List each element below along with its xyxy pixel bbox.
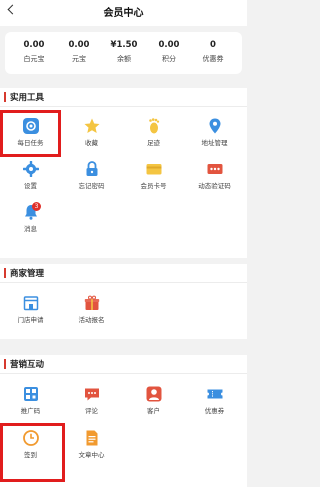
stat-label: 余额 [117,55,131,63]
section-title: 实用工具 [10,93,45,103]
gift-icon [84,295,99,310]
menu-item-label: 消息 [24,225,37,233]
menu-item-comments[interactable]: 评论 [61,381,122,421]
menu-item-store-apply[interactable]: 门店申请 [0,290,61,330]
daily-task-icon [22,118,39,134]
stat-value: ¥1.50 [110,40,138,50]
menu-item-label: 客户 [147,407,160,415]
qr-code-icon [23,387,38,401]
menu-item-customers[interactable]: 客户 [123,381,184,421]
location-pin-icon [209,118,220,134]
menu-item-member-card[interactable]: 会员卡号 [123,156,184,196]
stat-bai-yuanbao[interactable]: 0.00 白元宝 [14,40,54,64]
section-title: 营销互动 [10,360,45,370]
coupon-icon [207,389,222,399]
section-header: 商家管理 [0,264,247,283]
marketing-section: 营销互动 推广码 评论 客户 优惠券 签到 文章中心 [0,355,247,487]
menu-item-label: 活动报名 [78,316,105,324]
gear-icon [22,161,39,177]
menu-item-favorites[interactable]: 收藏 [61,113,122,153]
verify-code-icon [207,164,222,174]
menu-item-label: 推广码 [20,407,41,415]
stat-coupons[interactable]: 0 优惠券 [193,40,233,64]
stat-label: 积分 [162,55,176,63]
section-header: 营销互动 [0,355,247,374]
section-accent-bar [4,359,6,369]
stat-value: 0.00 [158,40,180,50]
tools-section: 实用工具 每日任务 收藏 足迹 地址管理 设置 忘记密码 会员卡号 动态验证码 … [0,88,247,258]
lock-icon [86,161,97,176]
stat-value: 0.00 [23,40,45,50]
star-icon [84,118,99,133]
section-accent-bar [4,268,6,278]
menu-item-dynamic-code[interactable]: 动态验证码 [184,156,245,196]
menu-item-label: 动态验证码 [198,182,231,190]
clock-icon [22,430,39,446]
page-title: 会员中心 [103,8,144,19]
menu-item-label: 门店申请 [17,316,44,324]
menu-item-label: 忘记密码 [78,182,105,190]
unread-count-badge: 3 [32,202,41,211]
menu-item-label: 每日任务 [17,139,44,147]
menu-item-label: 签到 [24,451,37,459]
stat-label: 元宝 [72,55,86,63]
menu-item-label: 优惠券 [204,407,225,415]
card-icon [146,164,161,175]
menu-item-label: 地址管理 [201,139,228,147]
stat-yuanbao[interactable]: 0.00 元宝 [59,40,99,64]
menu-item-messages[interactable]: 3 消息 [0,199,61,239]
menu-item-settings[interactable]: 设置 [0,156,61,196]
stat-points[interactable]: 0.00 积分 [149,40,189,64]
menu-item-coupons[interactable]: 优惠券 [184,381,245,421]
stat-value: 0.00 [68,40,90,50]
menu-item-label: 足迹 [147,139,160,147]
menu-item-daily-task[interactable]: 每日任务 [0,113,61,153]
section-title: 商家管理 [10,269,45,279]
menu-item-label: 会员卡号 [140,182,167,190]
menu-item-promo-code[interactable]: 推广码 [0,381,61,421]
stat-label: 优惠券 [202,55,224,63]
comment-icon [84,388,99,401]
top-bar: 会员中心 [0,0,247,26]
menu-item-forgot-password[interactable]: 忘记密码 [61,156,122,196]
stat-balance[interactable]: ¥1.50 余额 [104,40,144,64]
section-header: 实用工具 [0,88,247,107]
menu-item-footprint[interactable]: 足迹 [123,113,184,153]
store-icon [23,296,38,311]
footprint-icon [148,118,159,134]
customer-icon [146,386,161,402]
stat-value: 0 [210,40,216,50]
menu-item-label: 文章中心 [78,451,105,459]
menu-item-address[interactable]: 地址管理 [184,113,245,153]
account-stats-card: 0.00 白元宝 0.00 元宝 ¥1.50 余额 0.00 积分 0 优惠券 [5,32,242,74]
menu-item-article-center[interactable]: 文章中心 [61,425,122,465]
document-icon [86,430,97,446]
menu-item-event-signup[interactable]: 活动报名 [61,290,122,330]
menu-item-label: 设置 [24,182,37,190]
menu-item-check-in[interactable]: 签到 [0,425,61,465]
menu-item-label: 收藏 [85,139,98,147]
menu-item-label: 评论 [85,407,98,415]
section-accent-bar [4,92,6,102]
stat-label: 白元宝 [23,55,45,63]
merchant-section: 商家管理 门店申请 活动报名 [0,264,247,339]
